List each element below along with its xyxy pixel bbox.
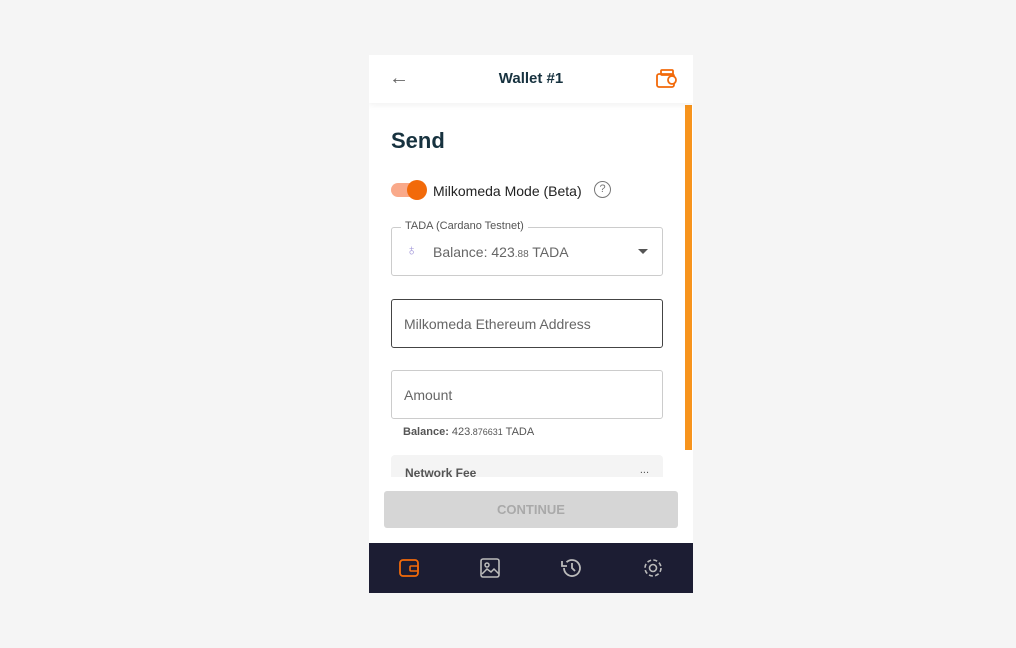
address-input[interactable]: Milkomeda Ethereum Address [391,299,663,348]
settings-icon[interactable] [642,557,664,579]
amount-placeholder: Amount [404,387,453,403]
help-icon[interactable]: ? [594,181,611,198]
wallets-icon[interactable] [655,68,679,90]
asset-legend: TADA (Cardano Testnet) [401,220,528,232]
amount-input[interactable]: Amount [391,370,663,419]
asset-balance: Balance: 423 [433,244,515,260]
app-window: ← Wallet #1 Send Milkomeda Mode (Beta) ?… [369,55,693,593]
address-placeholder: Milkomeda Ethereum Address [404,316,591,332]
asset-select[interactable]: TADA (Cardano Testnet) ♁ Balance: 423.88… [391,220,663,276]
tada-token-icon: ♁ [406,242,418,259]
bottom-nav [369,543,693,593]
continue-button[interactable]: CONTINUE [384,491,678,528]
balance-text: Balance: 423.876631 TADA [403,426,535,438]
gallery-icon[interactable] [479,557,501,579]
header: ← Wallet #1 [369,55,693,103]
footer: CONTINUE [369,477,693,543]
history-icon[interactable] [559,557,583,579]
fee-value: ... [639,464,649,476]
page-title: Wallet #1 [498,70,564,87]
scrollbar[interactable] [685,105,692,450]
toggle-label: Milkomeda Mode (Beta) [433,183,582,199]
milkomeda-toggle[interactable] [391,180,427,200]
asset-balance-decimals: .88 [514,249,529,260]
wallet-icon[interactable] [398,557,420,579]
chevron-down-icon [638,249,648,259]
send-title: Send [391,128,445,153]
asset-unit: TADA [528,244,569,260]
